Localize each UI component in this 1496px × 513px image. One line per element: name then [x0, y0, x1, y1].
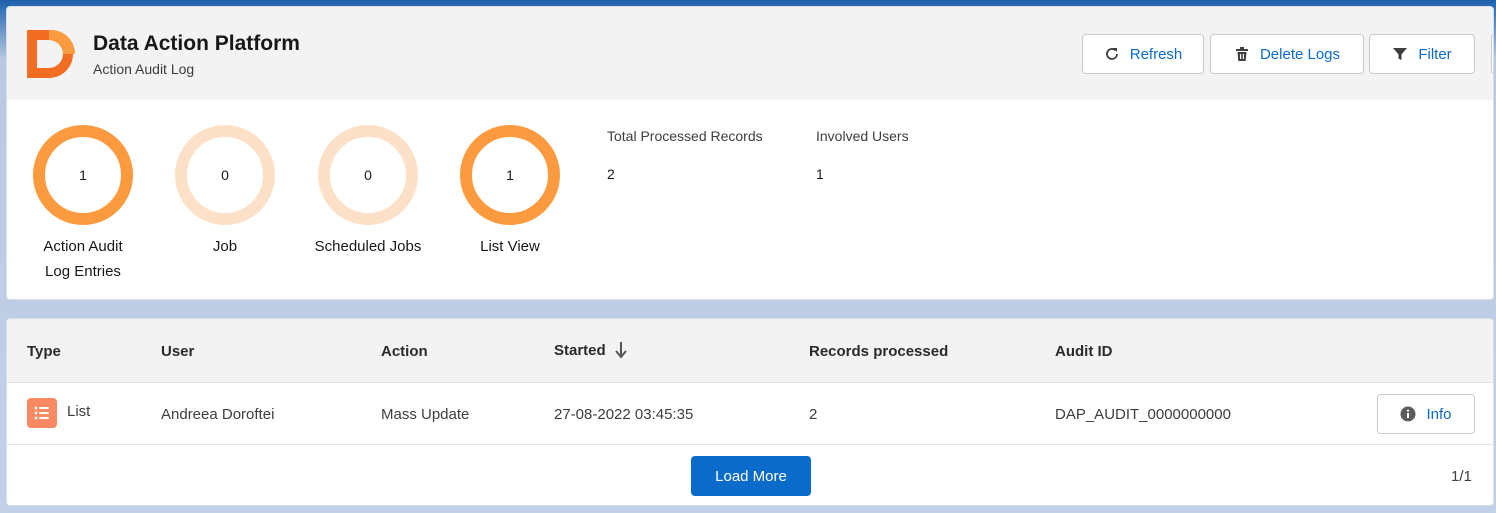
header-card: Data Action Platform Action Audit Log Re…	[6, 6, 1494, 300]
trash-icon	[1235, 47, 1248, 61]
stat-ring: 0	[175, 125, 275, 225]
stat-value: 1	[79, 167, 87, 183]
info-button-label: Info	[1426, 405, 1452, 423]
refresh-button-label: Refresh	[1129, 45, 1183, 63]
total-processed-records-label: Total Processed Records	[607, 128, 763, 144]
filter-button[interactable]: Filter	[1369, 34, 1475, 74]
stat-ring: 1	[460, 125, 560, 225]
column-header-label: Type	[27, 343, 61, 360]
audit-log-table: Type User Action Started Records process…	[6, 318, 1494, 506]
cell-action: Mass Update	[381, 406, 470, 423]
header-band: Data Action Platform Action Audit Log Re…	[7, 7, 1493, 100]
filter-icon	[1393, 48, 1408, 60]
delete-logs-button[interactable]: Delete Logs	[1210, 34, 1364, 74]
column-header-action[interactable]: Action	[381, 343, 428, 360]
total-processed-records: Total Processed Records 2	[607, 128, 763, 182]
column-header-type[interactable]: Type	[27, 343, 61, 360]
column-header-label: Started	[554, 341, 606, 359]
involved-users-label: Involved Users	[816, 128, 909, 144]
stat-label: Job	[212, 238, 238, 255]
arrow-down-icon	[614, 342, 627, 359]
stat-value: 0	[364, 167, 372, 183]
cell-started: 27-08-2022 03:45:35	[554, 406, 694, 423]
page-subtitle: Action Audit Log	[93, 61, 195, 77]
column-header-started[interactable]: Started	[554, 341, 628, 359]
table-row[interactable]: List Andreea Doroftei Mass Update 27-08-…	[7, 383, 1493, 445]
table-header: Type User Action Started Records process…	[7, 319, 1493, 383]
info-button[interactable]: Info	[1377, 394, 1475, 434]
stat-value: 0	[221, 167, 229, 183]
refresh-button[interactable]: Refresh	[1082, 34, 1204, 74]
stat-job[interactable]: 0 Job	[160, 125, 290, 259]
cell-records-processed: 2	[809, 406, 818, 423]
stat-value: 1	[506, 167, 514, 183]
page-title: Data Action Platform	[93, 32, 300, 55]
stat-label: Action Audit Log Entries	[43, 238, 123, 280]
stat-scheduled-jobs[interactable]: 0 Scheduled Jobs	[303, 125, 433, 259]
filter-button-label: Filter	[1418, 45, 1452, 63]
total-processed-records-value: 2	[607, 166, 615, 182]
column-header-records-processed[interactable]: Records processed	[809, 343, 948, 360]
column-header-label: Action	[381, 343, 428, 360]
list-icon	[27, 398, 57, 428]
involved-users: Involved Users 1	[816, 128, 909, 182]
app-logo-icon	[27, 29, 76, 78]
cell-audit-id: DAP_AUDIT_0000000000	[1055, 406, 1231, 423]
cell-type: List	[67, 403, 91, 420]
column-header-audit-id[interactable]: Audit ID	[1055, 343, 1113, 360]
column-header-label: Audit ID	[1055, 343, 1113, 360]
stat-action-audit-log-entries[interactable]: 1 Action Audit Log Entries	[18, 125, 148, 284]
info-icon	[1400, 406, 1416, 422]
stat-list-view[interactable]: 1 List View	[445, 125, 575, 259]
load-more-button[interactable]: Load More	[691, 456, 811, 496]
column-header-user[interactable]: User	[161, 343, 194, 360]
column-header-label: User	[161, 343, 195, 360]
column-header-label: Records processed	[809, 343, 949, 360]
overflow-button[interactable]	[1491, 34, 1493, 74]
stat-label: Scheduled Jobs	[314, 238, 422, 255]
stat-label: List View	[480, 238, 540, 255]
cell-user: Andreea Doroftei	[161, 406, 275, 423]
stat-ring: 0	[318, 125, 418, 225]
delete-logs-button-label: Delete Logs	[1259, 45, 1341, 63]
involved-users-value: 1	[816, 166, 824, 182]
stat-ring: 1	[33, 125, 133, 225]
pagination-indicator: 1/1	[1451, 468, 1472, 485]
refresh-icon	[1105, 48, 1118, 60]
